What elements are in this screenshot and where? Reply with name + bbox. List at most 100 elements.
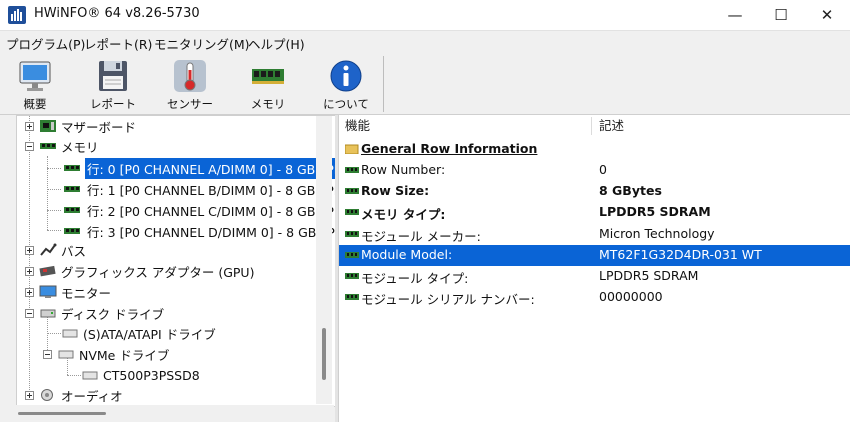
tree-item-monitor[interactable]: モニター xyxy=(25,282,111,302)
expand-icon[interactable] xyxy=(25,390,34,400)
expand-icon[interactable] xyxy=(25,266,34,276)
menu-monitoring[interactable]: モニタリング(M) xyxy=(154,34,250,53)
tree-item-memory-row-3[interactable]: 行: 3 [P0 CHANNEL D/DIMM 0] - 8 GB LPDDR5 xyxy=(63,221,335,241)
memory-module-icon xyxy=(252,69,284,84)
tree-item-memory-row-0[interactable]: 行: 0 [P0 CHANNEL A/DIMM 0] - 8 GB LPDDR5 xyxy=(63,157,335,179)
detail-value: 8 GBytes xyxy=(599,183,662,198)
tree-item-label: グラフィックス アダプター (GPU) xyxy=(61,264,255,280)
memory-module-icon xyxy=(345,209,359,215)
detail-key: モジュール シリアル ナンバー: xyxy=(361,292,535,307)
detail-key: Row Number: xyxy=(361,162,446,177)
tree-item-disk-drives[interactable]: ディスク ドライブ xyxy=(25,303,164,323)
detail-row-selected[interactable]: Module Model: MT62F1G32D4DR-031 WT xyxy=(339,245,850,266)
expand-icon[interactable] xyxy=(25,245,34,255)
detail-value: MT62F1G32D4DR-031 WT xyxy=(599,247,762,262)
scrollbar-thumb[interactable] xyxy=(18,412,106,415)
scrollbar-thumb[interactable] xyxy=(322,328,326,380)
speaker-icon xyxy=(41,389,53,401)
device-tree[interactable]: マザーボード メモリ 行: 0 [P0 CHANNEL A/DIMM 0] - … xyxy=(16,115,336,407)
hwinfo-app-icon xyxy=(8,6,26,24)
tree-item-motherboard[interactable]: マザーボード xyxy=(25,116,136,136)
minimize-button[interactable]: — xyxy=(712,0,758,30)
detail-row[interactable]: メモリ タイプ: LPDDR5 SDRAM xyxy=(339,202,850,223)
sensor-label: センサー xyxy=(167,97,213,111)
expand-icon[interactable] xyxy=(25,121,34,131)
memory-module-icon xyxy=(345,252,359,258)
detail-value: 00000000 xyxy=(599,289,663,304)
detail-key: モジュール タイプ: xyxy=(361,271,469,286)
detail-value: Micron Technology xyxy=(599,226,715,241)
detail-row[interactable]: Row Number: 0 xyxy=(339,160,850,181)
menu-help[interactable]: ヘルプ(H) xyxy=(248,34,305,53)
tree-item-label: 行: 1 [P0 CHANNEL B/DIMM 0] - 8 GB LPDDR5 xyxy=(87,182,335,198)
tree-item-label: マザーボード xyxy=(61,119,137,135)
tree-item-label: モニター xyxy=(61,285,112,301)
column-divider[interactable] xyxy=(591,117,592,135)
toolbar: 概要 レポート センサー メモリ について xyxy=(0,54,850,115)
memory-module-icon xyxy=(64,186,80,192)
details-list[interactable]: 機能 記述 General Row Information Row Number… xyxy=(338,115,850,422)
tree-item-memory-row-1[interactable]: 行: 1 [P0 CHANNEL B/DIMM 0] - 8 GB LPDDR5 xyxy=(63,179,335,199)
tree-guide-line xyxy=(47,189,61,190)
memory-button[interactable]: メモリ xyxy=(233,56,303,112)
detail-row[interactable]: モジュール シリアル ナンバー: 00000000 xyxy=(339,287,850,308)
tree-item-memory-row-2[interactable]: 行: 2 [P0 CHANNEL C/DIMM 0] - 8 GB LPDDR5 xyxy=(63,200,335,220)
tree-item-label: オーディオ xyxy=(61,388,123,404)
column-header-feature[interactable]: 機能 xyxy=(345,115,371,137)
tree-item-gpu[interactable]: グラフィックス アダプター (GPU) xyxy=(25,261,254,281)
window-title: HWiNFO® 64 v8.26-5730 xyxy=(34,6,200,21)
tree-item-nvme-drives[interactable]: NVMe ドライブ xyxy=(43,344,169,364)
expand-icon[interactable] xyxy=(25,287,34,297)
report-button[interactable]: レポート xyxy=(78,56,148,112)
memory-module-icon xyxy=(345,231,359,237)
collapse-icon[interactable] xyxy=(43,349,52,359)
detail-row[interactable]: モジュール タイプ: LPDDR5 SDRAM xyxy=(339,266,850,287)
memory-module-icon xyxy=(345,273,359,279)
detail-key: Row Size: xyxy=(361,183,430,198)
tree-item-bus[interactable]: バス xyxy=(25,240,86,260)
close-button[interactable]: ✕ xyxy=(804,0,850,30)
tree-item-label: バス xyxy=(61,243,87,259)
tree-item-label: 行: 2 [P0 CHANNEL C/DIMM 0] - 8 GB LPDDR5 xyxy=(87,203,335,219)
memory-module-icon xyxy=(345,167,359,173)
detail-value: LPDDR5 SDRAM xyxy=(599,268,699,283)
tree-item-sata-drives[interactable]: (S)ATA/ATAPI ドライブ xyxy=(61,323,216,343)
tree-guide-line xyxy=(47,168,61,169)
floppy-disk-icon xyxy=(99,61,127,91)
tree-horizontal-scrollbar[interactable] xyxy=(16,405,334,421)
drive-icon xyxy=(82,371,98,380)
detail-row[interactable]: Row Size: 8 GBytes xyxy=(339,181,850,202)
detail-value: LPDDR5 SDRAM xyxy=(599,204,711,219)
tree-vertical-scrollbar[interactable] xyxy=(316,116,332,404)
collapse-icon[interactable] xyxy=(25,141,34,151)
menu-program[interactable]: プログラム(P) xyxy=(6,34,85,53)
drive-icon xyxy=(62,329,78,338)
detail-row[interactable]: モジュール メーカー: Micron Technology xyxy=(339,224,850,245)
tree-guide-line xyxy=(47,333,61,334)
folder-icon xyxy=(345,144,359,154)
memory-label: メモリ xyxy=(250,97,286,111)
about-label: について xyxy=(323,97,369,111)
tree-item-label: CT500P3PSSD8 xyxy=(103,367,200,383)
summary-label: 概要 xyxy=(23,97,47,111)
monitor-icon xyxy=(39,285,57,298)
about-button[interactable]: について xyxy=(311,56,381,112)
memory-module-icon xyxy=(64,228,80,234)
tree-item-memory[interactable]: メモリ xyxy=(25,136,99,156)
detail-row-section[interactable]: General Row Information xyxy=(339,139,850,160)
detail-value: 0 xyxy=(599,162,607,177)
menu-report[interactable]: レポート(R) xyxy=(84,34,152,53)
memory-module-icon xyxy=(64,165,80,171)
tree-item-audio[interactable]: オーディオ xyxy=(25,385,123,405)
summary-button[interactable]: 概要 xyxy=(0,56,70,112)
maximize-button[interactable]: ☐ xyxy=(758,0,804,30)
column-header-description[interactable]: 記述 xyxy=(599,115,625,137)
menu-bar: プログラム(P) レポート(R) モニタリング(M) ヘルプ(H) xyxy=(0,31,850,53)
memory-module-icon xyxy=(64,207,80,213)
tree-item-nvme-ct500[interactable]: CT500P3PSSD8 xyxy=(81,365,200,385)
collapse-icon[interactable] xyxy=(25,308,34,318)
tree-item-label: (S)ATA/ATAPI ドライブ xyxy=(83,326,216,342)
sensor-button[interactable]: センサー xyxy=(155,56,225,112)
monitor-icon xyxy=(19,61,51,91)
memory-module-icon xyxy=(345,188,359,194)
